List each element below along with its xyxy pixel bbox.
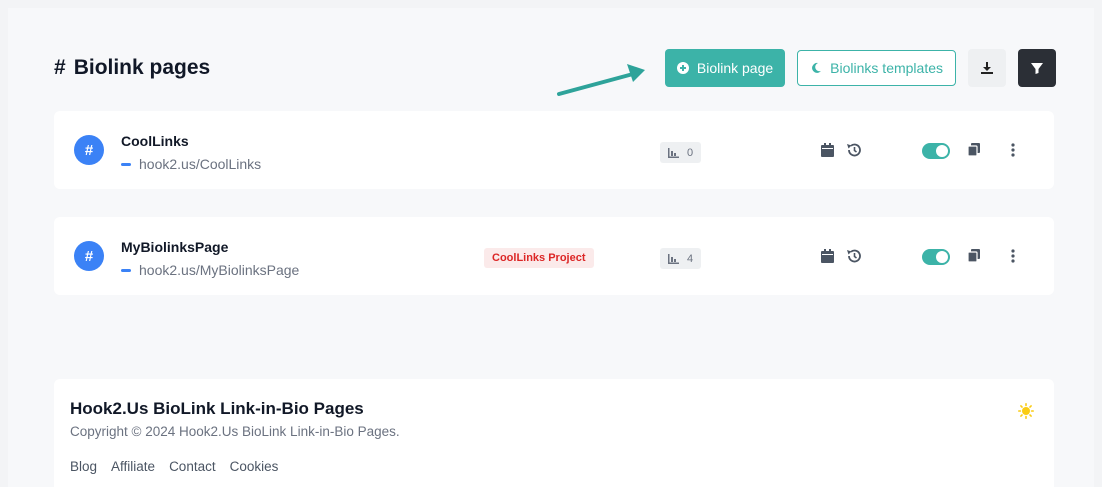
click-count: 0 [687,146,694,159]
footer-copyright: Copyright © 2024 Hook2.Us BioLink Link-i… [70,424,400,439]
click-count: 4 [687,252,694,265]
biolink-url[interactable]: hook2.us/CoolLinks [139,156,261,172]
more-vertical-icon[interactable] [1010,248,1016,264]
filter-icon [1031,63,1043,74]
biolink-url[interactable]: hook2.us/MyBiolinksPage [139,262,299,278]
footer-links: Blog Affiliate Contact Cookies [70,459,278,474]
annotation-arrow [557,64,645,96]
moon-icon [812,62,822,73]
copy-icon[interactable] [968,143,980,156]
biolink-card: # CoolLinks hook2.us/CoolLinks 0 [54,111,1054,189]
export-button[interactable] [968,49,1006,87]
page-title-text: Biolink pages [73,56,211,79]
biolink-name[interactable]: CoolLinks [121,133,189,149]
hash-icon: # [54,56,66,79]
footer-link-cookies[interactable]: Cookies [230,459,279,474]
bar-chart-icon [668,147,679,158]
stats-badge[interactable]: 4 [660,248,702,269]
hash-icon: # [74,135,104,165]
biolinks-templates-button[interactable]: Biolinks templates [797,50,956,86]
create-biolink-button[interactable]: Biolink page [664,49,786,87]
status-toggle[interactable] [922,249,950,265]
biolink-card: # MyBiolinksPage hook2.us/MyBiolinksPage… [54,217,1054,295]
more-vertical-icon[interactable] [1010,142,1016,158]
footer-link-affiliate[interactable]: Affiliate [111,459,155,474]
stats-badge[interactable]: 0 [660,142,702,163]
footer-link-contact[interactable]: Contact [169,459,216,474]
link-dash-icon [121,162,131,166]
calendar-icon[interactable] [821,249,834,263]
copy-icon[interactable] [968,249,980,262]
hash-icon: # [74,241,104,271]
footer: Hook2.Us BioLink Link-in-Bio Pages Copyr… [54,379,1054,487]
calendar-icon[interactable] [821,143,834,157]
sun-icon[interactable] [1018,403,1034,419]
plus-circle-icon [676,62,689,74]
header-actions: Biolink page Biolinks templates [664,48,1056,88]
history-icon[interactable] [846,142,862,158]
status-toggle[interactable] [922,143,950,159]
bar-chart-icon [668,253,679,264]
biolink-url-row: hook2.us/CoolLinks [121,156,261,172]
biolink-url-row: hook2.us/MyBiolinksPage [121,262,299,278]
project-badge[interactable]: CoolLinks Project [484,248,594,268]
download-icon [981,62,993,74]
page-title: # Biolink pages [54,56,210,80]
link-dash-icon [121,268,131,272]
footer-link-blog[interactable]: Blog [70,459,97,474]
history-icon[interactable] [846,248,862,264]
biolinks-templates-label: Biolinks templates [830,60,943,76]
create-biolink-label: Biolink page [696,60,774,76]
biolink-name[interactable]: MyBiolinksPage [121,239,228,255]
filter-button[interactable] [1018,49,1056,87]
footer-title: Hook2.Us BioLink Link-in-Bio Pages [70,399,364,418]
